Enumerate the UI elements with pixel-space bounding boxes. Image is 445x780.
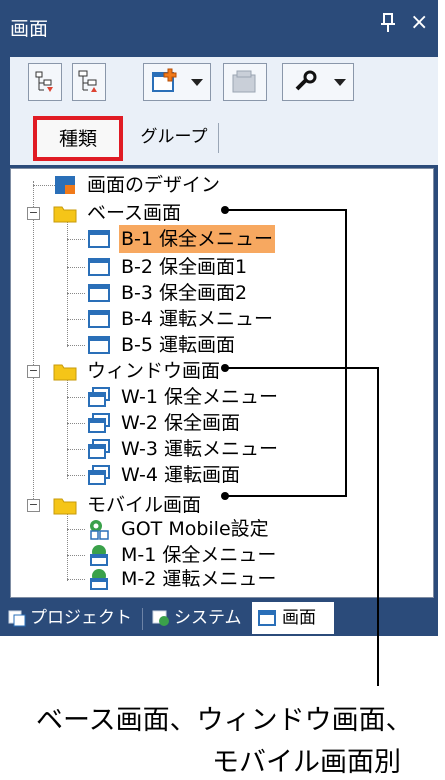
callout-leader [225, 367, 379, 686]
caption-line1: ベース画面、ウィンドウ画面、 [36, 705, 413, 736]
callout-bracket [225, 209, 347, 497]
callout-lines [221, 206, 379, 686]
caption-line2: モバイル画面別 [212, 747, 401, 778]
